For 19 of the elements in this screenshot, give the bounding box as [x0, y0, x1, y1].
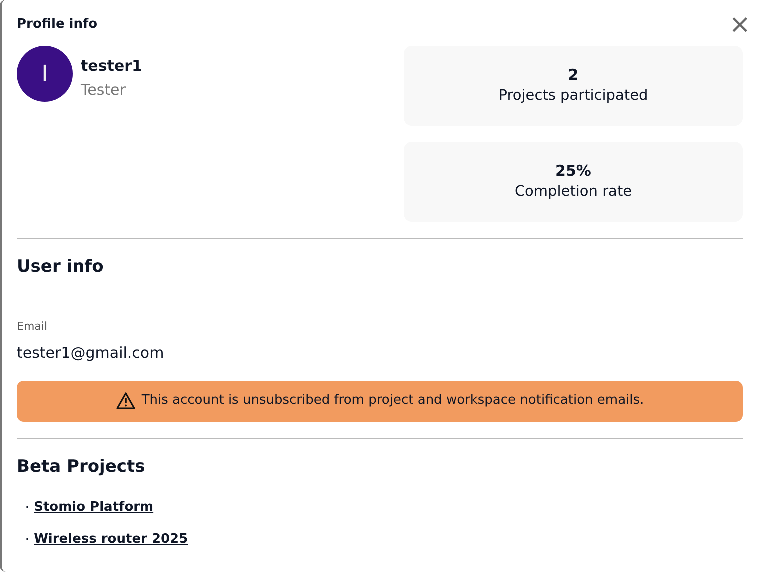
bullet: ·	[25, 529, 30, 551]
warning-icon	[116, 392, 136, 410]
user-role: Tester	[81, 81, 126, 99]
email-value: tester1@gmail.com	[17, 344, 164, 362]
section-heading: Beta Projects	[17, 456, 146, 476]
project-link[interactable]: Wireless router 2025	[34, 530, 188, 550]
close-button[interactable]: ×	[727, 12, 753, 38]
stat-value: 25%	[556, 160, 592, 182]
dialog-title: Profile info	[17, 16, 98, 34]
field-label: Email	[17, 320, 48, 332]
avatar: I	[17, 46, 73, 102]
section-heading: User info	[17, 257, 104, 277]
user-name: tester1	[81, 57, 142, 75]
alert-text: This account is unsubscribed from project and workspace notification emails.	[142, 392, 644, 410]
project-link[interactable]: Stomio Platform	[34, 498, 154, 518]
stat-value: 2	[568, 64, 579, 86]
stat-label: Projects participated	[498, 87, 648, 106]
stat-label: Completion rate	[514, 183, 632, 202]
bullet: ·	[25, 497, 30, 519]
